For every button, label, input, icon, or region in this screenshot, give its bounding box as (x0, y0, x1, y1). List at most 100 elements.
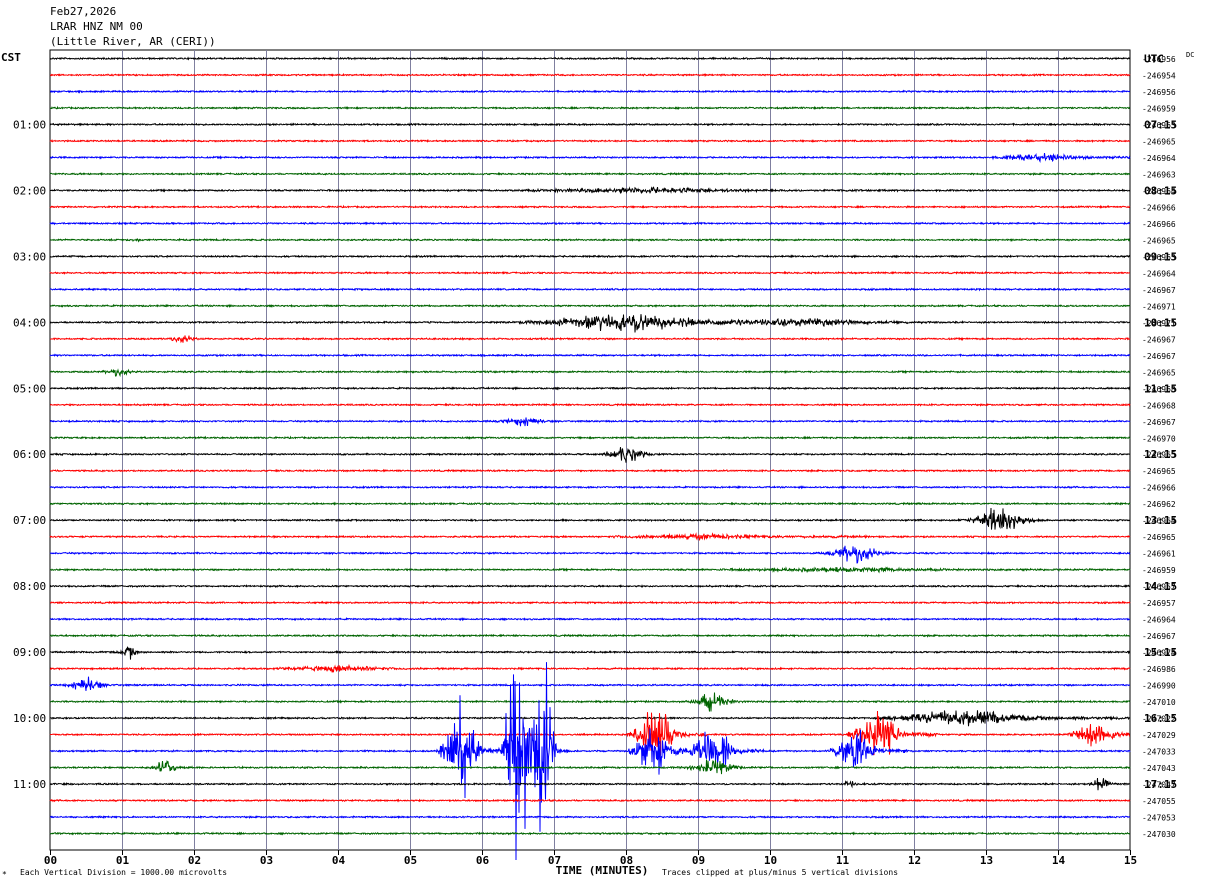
seismic-trace (49, 710, 1131, 727)
dc-header-label: DC (1186, 51, 1194, 59)
seismic-trace (49, 353, 1131, 358)
dc-value-label: -247053 (1142, 814, 1176, 823)
dc-value-label: -246965 (1142, 533, 1176, 542)
seismic-trace (50, 600, 1131, 605)
dc-value-label: -246965 (1142, 467, 1176, 476)
cst-hour-label: 09:00 (13, 646, 46, 659)
seismic-trace (49, 270, 1130, 275)
seismic-trace (49, 507, 1131, 530)
x-tick-label: 13 (980, 854, 993, 867)
x-tick-label: 06 (476, 854, 490, 867)
dc-value-label: -247029 (1142, 731, 1176, 740)
seismic-trace (49, 221, 1131, 226)
seismic-trace (49, 566, 1131, 574)
x-tick-label: 00 (44, 854, 57, 867)
x-tick-label: 15 (1124, 854, 1137, 867)
utc-hour-label: 13:15 (1144, 514, 1177, 527)
seismic-trace (49, 122, 1131, 127)
dc-value-label: -247043 (1142, 764, 1176, 773)
helicorder-plot: -246956-246954-246956-246959-246963-2469… (1, 49, 1194, 877)
seismic-trace (49, 105, 1131, 110)
x-axis-label: TIME (MINUTES) (556, 864, 649, 877)
utc-hour-label: UTC (1144, 53, 1164, 66)
dc-value-label: -246959 (1142, 105, 1176, 114)
dc-value-label: -246967 (1142, 352, 1176, 361)
seismic-trace (49, 204, 1131, 209)
x-tick-label: 04 (332, 854, 346, 867)
dc-value-label: -246990 (1142, 682, 1176, 691)
seismic-trace (49, 287, 1131, 292)
dc-value-label: -246964 (1142, 154, 1176, 163)
x-tick-label: 09 (692, 854, 705, 867)
seismic-trace (50, 254, 1131, 259)
dc-value-label: -246965 (1142, 236, 1176, 245)
seismic-trace (49, 798, 1131, 803)
plot-frame (49, 49, 1131, 851)
dc-value-label: -246970 (1142, 434, 1176, 443)
dc-value-label: -247033 (1142, 748, 1176, 757)
utc-hour-label: 09:15 (1144, 250, 1177, 263)
utc-hour-label: 16:15 (1144, 712, 1177, 725)
dc-value-label: -246957 (1142, 599, 1176, 608)
dc-value-label: -246967 (1142, 418, 1176, 427)
seismic-trace (49, 646, 1131, 660)
cst-hour-label: 06:00 (13, 448, 46, 461)
seismic-trace (49, 386, 1131, 391)
seismic-trace (49, 692, 1131, 712)
utc-hour-label: 17:15 (1144, 778, 1177, 791)
dc-value-label: -246971 (1142, 302, 1176, 311)
seismic-trace (49, 617, 1131, 622)
seismic-trace (49, 303, 1131, 308)
cst-hour-label: 04:00 (13, 316, 46, 329)
dc-value-label: -246962 (1142, 500, 1176, 509)
x-tick-label: 05 (404, 854, 417, 867)
x-tick-label: 01 (116, 854, 130, 867)
x-tick-label: 03 (260, 854, 273, 867)
cst-hour-label: 01:00 (13, 119, 46, 132)
dc-value-label: -246968 (1142, 401, 1176, 410)
seismic-trace (50, 89, 1131, 94)
utc-hour-label: 14:15 (1144, 580, 1177, 593)
seismic-trace (49, 417, 1131, 427)
seismic-trace (49, 633, 1131, 638)
dc-value-label: -247010 (1142, 698, 1176, 707)
dc-value-label: -246964 (1142, 269, 1176, 278)
seismic-trace (50, 468, 1131, 473)
cst-hour-label: 03:00 (13, 250, 46, 263)
x-tick-label: 12 (908, 854, 921, 867)
utc-hour-label: 15:15 (1144, 646, 1177, 659)
dc-value-label: -246965 (1142, 368, 1176, 377)
dc-value-label: -246966 (1142, 484, 1176, 493)
x-tick-label: 11 (836, 854, 850, 867)
cst-hour-label: 10:00 (13, 712, 46, 725)
seismic-trace (49, 545, 1131, 564)
seismic-trace (49, 662, 1131, 861)
dc-value-label: -246959 (1142, 566, 1176, 575)
seismic-trace (49, 138, 1131, 143)
seismic-trace (49, 485, 1131, 490)
seismic-trace (50, 402, 1131, 407)
seismic-trace (49, 314, 1131, 333)
dc-value-label: -246963 (1142, 170, 1176, 179)
dc-value-label: -246967 (1142, 335, 1176, 344)
seismic-trace (49, 814, 1131, 820)
corner-mark: * (2, 870, 7, 879)
seismic-trace (49, 777, 1131, 791)
dc-value-label: -247030 (1142, 830, 1176, 839)
utc-hour-label: 12:15 (1144, 448, 1177, 461)
cst-hour-label: 05:00 (13, 382, 46, 395)
seismic-trace (49, 501, 1131, 506)
clip-note: Traces clipped at plus/minus 5 vertical … (662, 868, 899, 877)
seismic-trace (49, 72, 1131, 78)
cst-hour-label: 11:00 (13, 778, 46, 791)
seismic-trace (49, 676, 1130, 691)
dc-value-label: -246966 (1142, 220, 1176, 229)
dc-value-label: -246954 (1142, 72, 1176, 81)
seismic-trace (49, 56, 1131, 61)
utc-hour-label: 07:15 (1144, 119, 1177, 132)
seismic-trace (49, 447, 1131, 463)
dc-value-label: -246966 (1142, 203, 1176, 212)
cst-hour-label: 02:00 (13, 184, 46, 197)
x-tick-label: 10 (764, 854, 777, 867)
seismic-trace (49, 532, 1131, 542)
